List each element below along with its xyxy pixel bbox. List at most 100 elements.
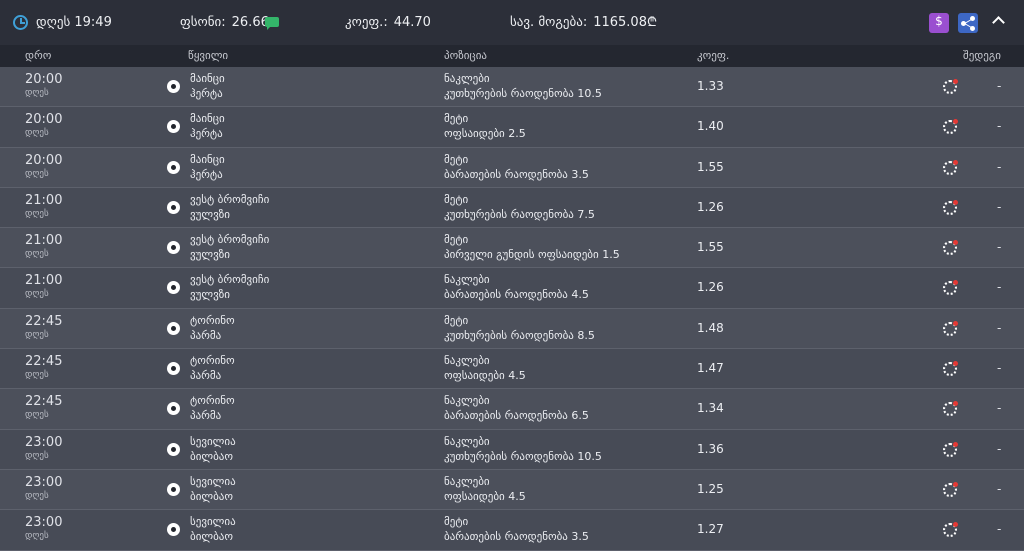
match-day: დღეს	[25, 128, 49, 139]
away-team[interactable]: ჰერტა	[190, 87, 223, 100]
market: პირველი გუნდის ოფსაიდები 1.5	[444, 248, 620, 262]
table-row[interactable]: 20:00 დღეს მაინცი ჰერტა ნაკლები კუთხურების რა…	[0, 67, 1024, 108]
match-time: 23:00	[25, 515, 63, 531]
home-team[interactable]: სევილია	[190, 435, 236, 448]
stake-summary: ფსონი: 26.66	[180, 16, 269, 30]
football-icon	[167, 241, 180, 255]
football-icon	[167, 362, 180, 376]
away-team[interactable]: ვულვზი	[190, 248, 230, 261]
selection: მეტი	[444, 313, 469, 327]
result-value: -	[997, 441, 1002, 456]
home-team[interactable]: ვესტ ბრომვიჩი	[190, 273, 269, 286]
result-value: -	[997, 361, 1002, 376]
chevron-up-icon[interactable]	[992, 16, 1005, 29]
market: ბარათების რაოდენობა 3.5	[444, 530, 589, 544]
ticket-time: დღეს 19:49	[36, 15, 112, 30]
home-team[interactable]: მაინცი	[190, 153, 225, 166]
selection: ნაკლები	[444, 354, 490, 368]
table-row[interactable]: 21:00 დღეს ვესტ ბრომვიჩი ვულვზი მეტი პირველი …	[0, 228, 1024, 269]
odds-value: 1.26	[697, 280, 724, 295]
odds-value: 1.36	[697, 441, 724, 456]
result-value: -	[997, 79, 1002, 93]
home-team[interactable]: სევილია	[190, 515, 236, 528]
away-team[interactable]: ჰერტა	[190, 127, 223, 140]
match-time: 21:00	[25, 192, 63, 208]
football-icon	[167, 120, 180, 134]
share-button[interactable]	[958, 13, 978, 33]
selection: ნაკლები	[444, 434, 490, 448]
home-team[interactable]: მაინცი	[190, 112, 225, 125]
table-row[interactable]: 23:00 დღეს სევილია ბილბაო მეტი ბარათების რაოდ…	[0, 510, 1024, 551]
away-team[interactable]: ჰერტა	[190, 168, 223, 181]
home-team[interactable]: ვესტ ბრომვიჩი	[190, 193, 269, 206]
odds-value: 1.47	[697, 361, 724, 376]
market: ოფსაიდები 4.5	[444, 489, 526, 503]
chat-icon[interactable]	[265, 17, 279, 30]
match-time: 22:45	[25, 394, 63, 410]
pending-status-icon	[943, 320, 958, 336]
result-value: -	[997, 522, 1002, 537]
pending-status-icon	[943, 522, 958, 538]
column-odds: კოეფ.	[697, 49, 730, 62]
table-row[interactable]: 20:00 დღეს მაინცი ჰერტა მეტი ოფსაიდები 2.5 1.4…	[0, 107, 1024, 148]
table-row[interactable]: 23:00 დღეს სევილია ბილბაო ნაკლები კუთხურების …	[0, 429, 1024, 470]
odds-value: 1.48	[697, 320, 724, 335]
match-time: 20:00	[25, 112, 63, 128]
selection: მეტი	[444, 152, 469, 166]
result-value: -	[997, 401, 1002, 416]
column-position: პოზიცია	[444, 49, 487, 62]
pending-status-icon	[943, 441, 958, 457]
column-event: წყვილი	[188, 49, 229, 62]
market: ოფსაიდები 4.5	[444, 369, 526, 383]
football-icon	[167, 321, 180, 335]
odds-value: 1.25	[697, 481, 724, 496]
football-icon	[167, 281, 180, 295]
odds-label: კოეფ.:	[345, 15, 388, 30]
pending-status-icon	[943, 119, 958, 135]
table-row[interactable]: 22:45 დღეს ტორინო პარმა ნაკლები ბარათების რაო…	[0, 389, 1024, 430]
pending-status-icon	[943, 481, 958, 497]
table-row[interactable]: 21:00 დღეს ვესტ ბრომვიჩი ვულვზი მეტი კუთხურებ…	[0, 187, 1024, 229]
selection: მეტი	[444, 515, 469, 529]
away-team[interactable]: პარმა	[190, 369, 221, 382]
market: კუთხურების რაოდენობა 7.5	[444, 207, 595, 221]
match-day: დღეს	[25, 370, 49, 381]
home-team[interactable]: ვესტ ბრომვიჩი	[190, 233, 269, 246]
selection: მეტი	[444, 192, 469, 206]
match-day: დღეს	[25, 490, 49, 501]
away-team[interactable]: ვულვზი	[190, 208, 230, 221]
pending-status-icon	[943, 79, 958, 94]
match-day: დღეს	[25, 289, 49, 300]
result-value: -	[997, 481, 1002, 496]
away-team[interactable]: პარმა	[190, 329, 221, 342]
home-team[interactable]: სევილია	[190, 475, 236, 488]
table-row[interactable]: 23:00 დღეს სევილია ბილბაო ნაკლები ოფსაიდები 4…	[0, 469, 1024, 511]
odds-value: 1.34	[697, 401, 724, 416]
pending-status-icon	[943, 361, 958, 377]
odds-value: 1.26	[697, 199, 724, 214]
stake-value: 26.66	[231, 15, 269, 30]
table-row[interactable]: 22:45 დღეს ტორინო პარმა მეტი კუთხურების რაოდე…	[0, 308, 1024, 350]
away-team[interactable]: ბილბაო	[190, 530, 233, 543]
odds-summary: კოეფ.: 44.70	[345, 16, 431, 30]
away-team[interactable]: ბილბაო	[190, 450, 233, 463]
table-row[interactable]: 20:00 დღეს მაინცი ჰერტა მეტი ბარათების რაოდენ…	[0, 147, 1024, 188]
odds-value: 1.55	[697, 159, 724, 174]
payout-button[interactable]: $	[929, 13, 949, 33]
odds-value: 1.55	[697, 240, 724, 255]
home-team[interactable]: ტორინო	[190, 314, 235, 327]
home-team[interactable]: ტორინო	[190, 394, 235, 407]
table-row[interactable]: 22:45 დღეს ტორინო პარმა ნაკლები ოფსაიდები 4.5…	[0, 349, 1024, 390]
result-value: -	[997, 199, 1002, 214]
away-team[interactable]: პარმა	[190, 409, 221, 422]
odds-value: 1.40	[697, 119, 724, 134]
away-team[interactable]: ბილბაო	[190, 490, 233, 503]
away-team[interactable]: ვულვზი	[190, 288, 230, 301]
football-icon	[167, 160, 180, 174]
home-team[interactable]: მაინცი	[190, 72, 225, 85]
match-day: დღეს	[25, 88, 49, 98]
table-row[interactable]: 21:00 დღეს ვესტ ბრომვიჩი ვულვზი ნაკლები ბარათ…	[0, 268, 1024, 309]
match-time: 22:45	[25, 354, 63, 370]
home-team[interactable]: ტორინო	[190, 354, 235, 367]
dollar-icon: $	[935, 14, 943, 28]
